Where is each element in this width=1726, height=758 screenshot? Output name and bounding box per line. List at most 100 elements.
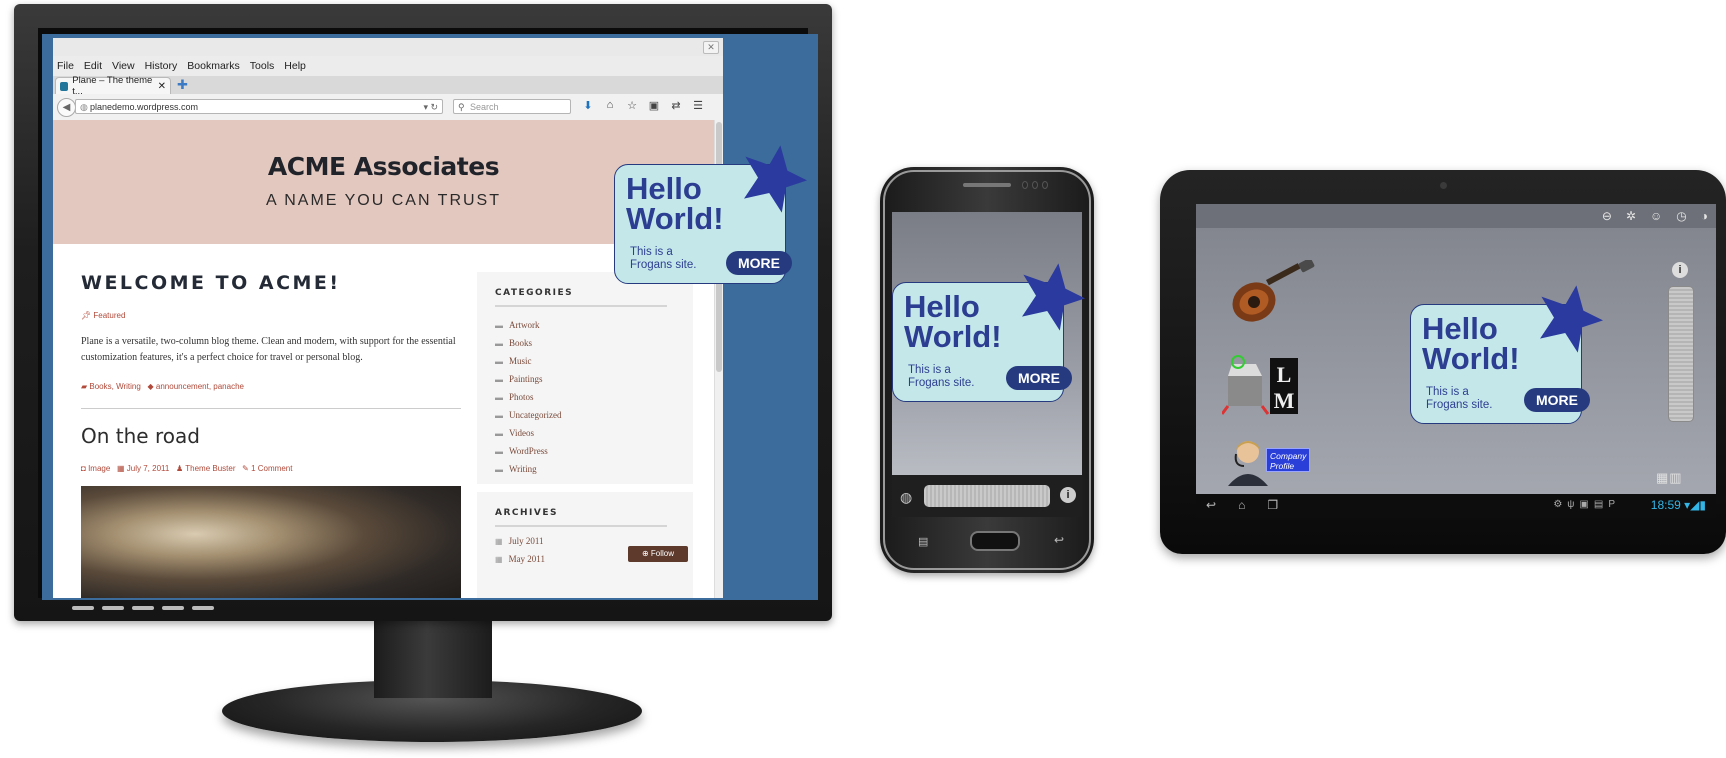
folder-icon: ▬ [495, 428, 503, 438]
post-comments[interactable]: 1 Comment [251, 464, 292, 473]
smiley-icon[interactable]: ☺ [1650, 209, 1662, 223]
clipboard-icon[interactable]: ▣ [647, 99, 661, 112]
hamburger-menu-icon[interactable]: ☰ [691, 99, 705, 112]
more-button[interactable]: MORE [1524, 388, 1590, 412]
follow-button[interactable]: ⊕ Follow [628, 546, 688, 562]
category-link-paintings[interactable]: ▬ Paintings [495, 370, 561, 388]
folder-icon: ▰ [81, 382, 88, 391]
categories-title: CATEGORIES [495, 288, 574, 298]
menu-bookmarks[interactable]: Bookmarks [187, 60, 240, 72]
frogans-card-desktop[interactable]: Hello World! This is a Frogans site. MORE [614, 144, 807, 286]
tab-close-icon[interactable]: ✕ [158, 81, 166, 92]
frogans-card-tablet[interactable]: Hello World! This is a Frogans site. MORE [1410, 284, 1603, 426]
category-link-wordpress[interactable]: ▬ WordPress [495, 442, 561, 460]
menu-help[interactable]: Help [284, 60, 306, 72]
url-dropdown-reload-icon[interactable]: ▾ ↻ [423, 100, 438, 115]
category-link-writing[interactable]: ▬ Writing [495, 460, 561, 478]
featured-text: Featured [93, 311, 126, 320]
tag-icon: ◆ [147, 382, 154, 391]
home-icon[interactable]: ⌂ [1238, 498, 1245, 512]
archives-widget: ARCHIVES ▦ July 2011 ▦ May 2011 [477, 492, 693, 598]
new-tab-icon[interactable]: ✚ [177, 77, 188, 93]
categories-widget: CATEGORIES ▬ Artwork ▬ Books ▬ Music ▬ Paint… [477, 272, 693, 484]
post-tags-link[interactable]: announcement, panache [156, 382, 244, 391]
post-divider [81, 408, 461, 409]
recent-apps-icon[interactable]: ❐ [1267, 498, 1278, 512]
search-placeholder: Search [470, 102, 499, 112]
tablet-scroll-slider[interactable] [1668, 286, 1694, 422]
phone-address-field[interactable] [924, 485, 1050, 507]
share-icon[interactable]: ⇄ [669, 99, 683, 112]
post-cloud-image[interactable] [81, 486, 461, 598]
folder-icon: ▬ [495, 410, 503, 420]
window-close-button[interactable]: ✕ [703, 41, 719, 54]
monitor-buttons [72, 606, 214, 611]
folder-icon: ▬ [495, 464, 503, 474]
menu-file[interactable]: File [57, 60, 74, 72]
archives-rule [495, 525, 667, 527]
category-link-artwork[interactable]: ▬ Artwork [495, 316, 561, 334]
lunar-module-lm-icon[interactable]: L M [1222, 354, 1300, 416]
category-link-uncategorized[interactable]: ▬ Uncategorized [495, 406, 561, 424]
calendar-icon: ▦ [495, 554, 503, 564]
clock-icon[interactable]: ◷ [1676, 209, 1686, 223]
menu-tools[interactable]: Tools [250, 60, 275, 72]
more-button[interactable]: MORE [1006, 366, 1072, 390]
menu-edit[interactable]: Edit [84, 60, 102, 72]
url-bar[interactable]: ◍ planedemo.wordpress.com ▾ ↻ [75, 99, 443, 114]
category-link-books[interactable]: ▬ Books [495, 334, 561, 352]
post-date[interactable]: July 7, 2011 [127, 464, 170, 473]
globe-icon[interactable]: ◍ [900, 489, 912, 506]
mandolin-icon[interactable] [1226, 260, 1318, 326]
desktop-monitor: ✕ File Edit View History Bookmarks Tools… [14, 4, 832, 621]
post-title-2[interactable]: On the road [81, 424, 200, 448]
window-icon[interactable]: ⊖ [1602, 209, 1612, 223]
home-key[interactable] [970, 531, 1020, 551]
menu-history[interactable]: History [145, 60, 178, 72]
menu-view[interactable]: View [112, 60, 135, 72]
company-profile-label: Company Profile [1266, 448, 1310, 472]
frogans-card-phone[interactable]: Hello World! This is a Frogans site. MORE [892, 262, 1085, 404]
frogans-subtitle: This is a Frogans site. [630, 246, 697, 272]
post-categories-link[interactable]: Books, Writing [89, 382, 140, 391]
bookmark-star-icon[interactable]: ☆ [625, 99, 639, 112]
info-icon[interactable]: i [1060, 487, 1076, 503]
pin-icon: 📌︎ [81, 311, 92, 320]
download-icon[interactable]: ⬇ [581, 99, 595, 112]
archives-title: ARCHIVES [495, 508, 558, 518]
settings-icon[interactable]: ✲ [1626, 209, 1636, 223]
back-button[interactable]: ◀ [57, 98, 76, 117]
info-icon[interactable]: i [1672, 262, 1688, 278]
folder-icon: ▬ [495, 446, 503, 456]
phone-frogans-bar: ◍ i [892, 475, 1082, 517]
search-input[interactable]: ⚲ Search [453, 99, 571, 114]
menu-key-icon[interactable]: ▤ [918, 535, 928, 548]
category-link-videos[interactable]: ▬ Videos [495, 424, 561, 442]
archive-link-may-2011[interactable]: ▦ May 2011 [495, 550, 545, 568]
back-key-icon[interactable]: ↩ [1054, 533, 1064, 547]
tablet-top-bar: ⊖ ✲ ☺ ◷ ◑ [1196, 204, 1716, 228]
category-link-photos[interactable]: ▬ Photos [495, 388, 561, 406]
home-icon[interactable]: ⌂ [603, 99, 617, 112]
category-link-music[interactable]: ▬ Music [495, 352, 561, 370]
archive-link-july-2011[interactable]: ▦ July 2011 [495, 532, 545, 550]
android-nav-buttons: ↩ ⌂ ❐ [1206, 498, 1278, 512]
folder-icon: ▬ [495, 374, 503, 384]
search-icon: ⚲ [458, 102, 465, 112]
back-icon[interactable]: ↩ [1206, 498, 1216, 512]
more-button[interactable]: MORE [726, 251, 792, 275]
categories-list: ▬ Artwork ▬ Books ▬ Music ▬ Paintings ▬ Photo… [495, 316, 561, 478]
tablet-clock: 18:59 ▾◢▮ [1650, 498, 1706, 512]
android-navigation-bar: ↩ ⌂ ❐ ⚙ψ▣▤P 18:59 ▾◢▮ [1196, 494, 1716, 518]
browser-tab[interactable]: Plane – The theme t... ✕ [55, 75, 171, 97]
star-icon [1540, 285, 1603, 353]
post-title[interactable]: WELCOME TO ACME! [81, 272, 341, 294]
company-profile-icon[interactable]: Company Profile [1224, 436, 1314, 486]
toolbar-icons: ⬇ ⌂ ☆ ▣ ⇄ ☰ [581, 99, 705, 112]
contrast-icon[interactable]: ◑ [1701, 209, 1708, 223]
calendar-icon: ▦ [116, 464, 125, 473]
calendar-icon: ▦ [495, 536, 503, 546]
post-author[interactable]: Theme Buster [185, 464, 235, 473]
grid-view-icon[interactable]: ▦▥ [1656, 470, 1683, 486]
post-format[interactable]: Image [88, 464, 110, 473]
